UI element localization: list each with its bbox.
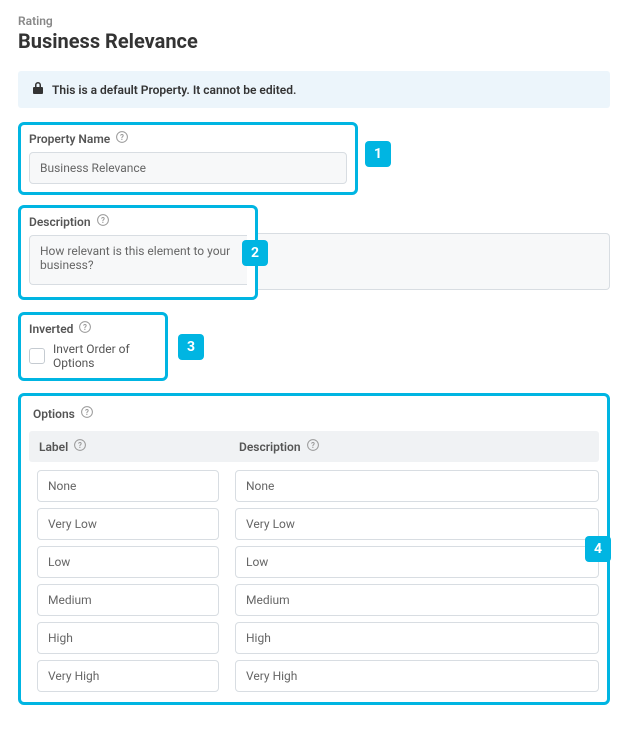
option-label-input[interactable] [37,546,219,578]
property-name-label-text: Property Name [29,132,110,146]
svg-text:?: ? [83,323,87,332]
option-description-input[interactable] [235,660,599,692]
option-row [29,470,599,502]
option-description-input[interactable] [235,470,599,502]
options-label: Options ? [29,400,599,427]
option-label-input[interactable] [37,622,219,654]
description-label-text: Description [29,215,91,229]
svg-text:?: ? [101,216,105,225]
help-icon[interactable]: ? [79,321,91,336]
options-label-text: Options [33,407,75,421]
options-section: Options ? Label ? Description ? [18,393,610,705]
readonly-notice: This is a default Property. It cannot be… [18,71,610,108]
option-row [29,546,599,578]
help-icon[interactable]: ? [116,131,128,146]
options-col-description-text: Description [239,440,301,454]
description-section: Description ? How relevant is this eleme… [18,205,258,300]
option-label-input[interactable] [37,584,219,616]
property-name-input[interactable] [29,152,347,184]
options-header-row: Label ? Description ? [29,431,599,462]
help-icon[interactable]: ? [97,214,109,229]
marker-4: 4 [585,536,611,562]
inverted-section: Inverted ? Invert Order of Options [18,312,168,381]
property-name-label: Property Name ? [21,125,355,152]
option-row [29,660,599,692]
option-label-input[interactable] [37,660,219,692]
options-col-description: Description ? [229,431,599,462]
description-extension [258,233,610,290]
option-row [29,622,599,654]
marker-1: 1 [365,141,391,167]
invert-checkbox[interactable] [29,348,45,364]
options-col-label: Label ? [29,431,229,462]
svg-text:?: ? [78,441,82,450]
notice-text: This is a default Property. It cannot be… [52,83,296,97]
breadcrumb: Rating [18,14,610,28]
help-icon[interactable]: ? [307,439,319,454]
lock-icon [32,81,44,98]
marker-2: 2 [242,240,268,266]
help-icon[interactable]: ? [81,406,93,421]
svg-text:?: ? [85,408,89,417]
description-label: Description ? [21,208,255,235]
option-description-input[interactable] [235,584,599,616]
help-icon[interactable]: ? [74,439,86,454]
description-input[interactable]: How relevant is this element to your bus… [29,235,247,285]
option-label-input[interactable] [37,470,219,502]
page-title: Business Relevance [18,29,610,53]
options-col-label-text: Label [39,440,68,454]
marker-3: 3 [178,334,204,360]
option-description-input[interactable] [235,546,599,578]
invert-checkbox-label: Invert Order of Options [53,342,157,370]
inverted-label-text: Inverted [29,322,73,336]
svg-text:?: ? [311,441,315,450]
option-row [29,508,599,540]
option-description-input[interactable] [235,622,599,654]
option-row [29,584,599,616]
option-description-input[interactable] [235,508,599,540]
svg-text:?: ? [120,133,124,142]
property-name-section: Property Name ? 1 [18,122,358,195]
options-rows [29,470,599,692]
inverted-label: Inverted ? [21,315,165,342]
option-label-input[interactable] [37,508,219,540]
